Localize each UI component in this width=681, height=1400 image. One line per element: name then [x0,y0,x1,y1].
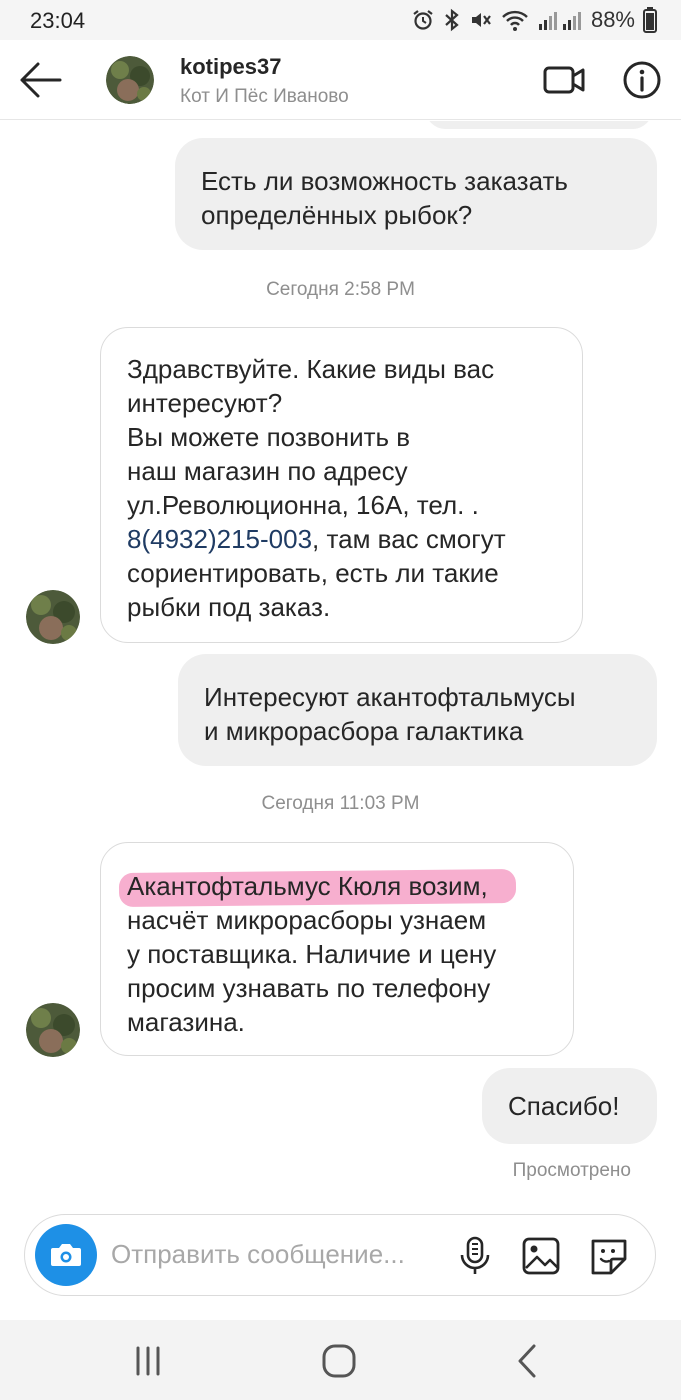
message-composer: Отправить сообщение... [24,1214,656,1296]
alarm-icon [413,10,433,30]
system-nav-bar [0,1320,681,1400]
signal-icon [538,12,581,30]
message-text: Акантофтальмус Кюля возим, насчёт микрор… [118,868,547,1039]
phone-link[interactable]: 8(4932)215-003 [127,524,312,554]
message-text: Есть ли возможность заказать определённы… [201,166,568,230]
microphone-icon[interactable] [455,1235,495,1277]
back-arrow-icon[interactable] [16,58,64,102]
sender-avatar[interactable] [26,590,80,644]
message-bubble-outgoing[interactable]: Спасибо! [482,1068,657,1144]
message-bubble-outgoing[interactable]: Интересуют акантофтальмусы и микрорасбор… [178,654,657,766]
chat-header: kotipes37 Кот И Пёс Иваново [0,40,681,120]
back-icon[interactable] [512,1342,544,1380]
battery-percent: 88% [590,7,635,32]
status-time: 23:04 [30,8,86,33]
message-text: Здравствуйте. Какие виды вас интересуют?… [127,352,556,624]
message-bubble-incoming[interactable]: Акантофтальмус Кюля возим, насчёт микрор… [100,842,574,1056]
wifi-icon [502,10,528,31]
avatar[interactable] [106,56,154,104]
timestamp: Сегодня 2:58 PM [266,279,415,300]
chat-username[interactable]: kotipes37 [180,54,282,80]
timestamp: Сегодня 11:03 PM [261,793,420,814]
battery-icon [643,7,657,33]
home-icon[interactable] [320,1342,358,1380]
message-text: Интересуют акантофтальмусы и микрорасбор… [204,682,576,746]
camera-button[interactable] [35,1224,97,1286]
chat-subtitle: Кот И Пёс Иваново [180,86,349,107]
status-bar: 23:04 88% [0,0,681,40]
recent-apps-icon[interactable] [128,1344,168,1378]
previous-message-bubble [426,121,652,129]
message-input[interactable]: Отправить сообщение... [111,1239,405,1270]
sender-avatar[interactable] [26,1003,80,1057]
highlight-text: Акантофтальмус Кюля возим, [127,871,488,901]
message-text-part: насчёт микрорасборы узнаем у поставщика.… [127,905,497,1037]
sticker-icon[interactable] [587,1235,631,1277]
highlighted-text: Акантофтальмус Кюля возим, [118,868,516,908]
message-text-part: Здравствуйте. Какие виды вас интересуют?… [127,354,495,520]
bluetooth-icon [445,8,459,32]
status-icons: 88% [411,6,657,34]
gallery-icon[interactable] [521,1236,561,1276]
seen-status: Просмотрено [512,1160,631,1181]
message-thread[interactable]: Есть ли возможность заказать определённы… [0,121,681,1320]
camera-icon [51,1244,81,1266]
message-bubble-outgoing[interactable]: Есть ли возможность заказать определённы… [175,138,657,250]
message-bubble-incoming[interactable]: Здравствуйте. Какие виды вас интересуют?… [100,327,583,643]
mute-icon [471,13,491,27]
video-call-icon[interactable] [542,60,586,100]
message-text: Спасибо! [508,1091,620,1121]
info-icon[interactable] [620,58,664,102]
